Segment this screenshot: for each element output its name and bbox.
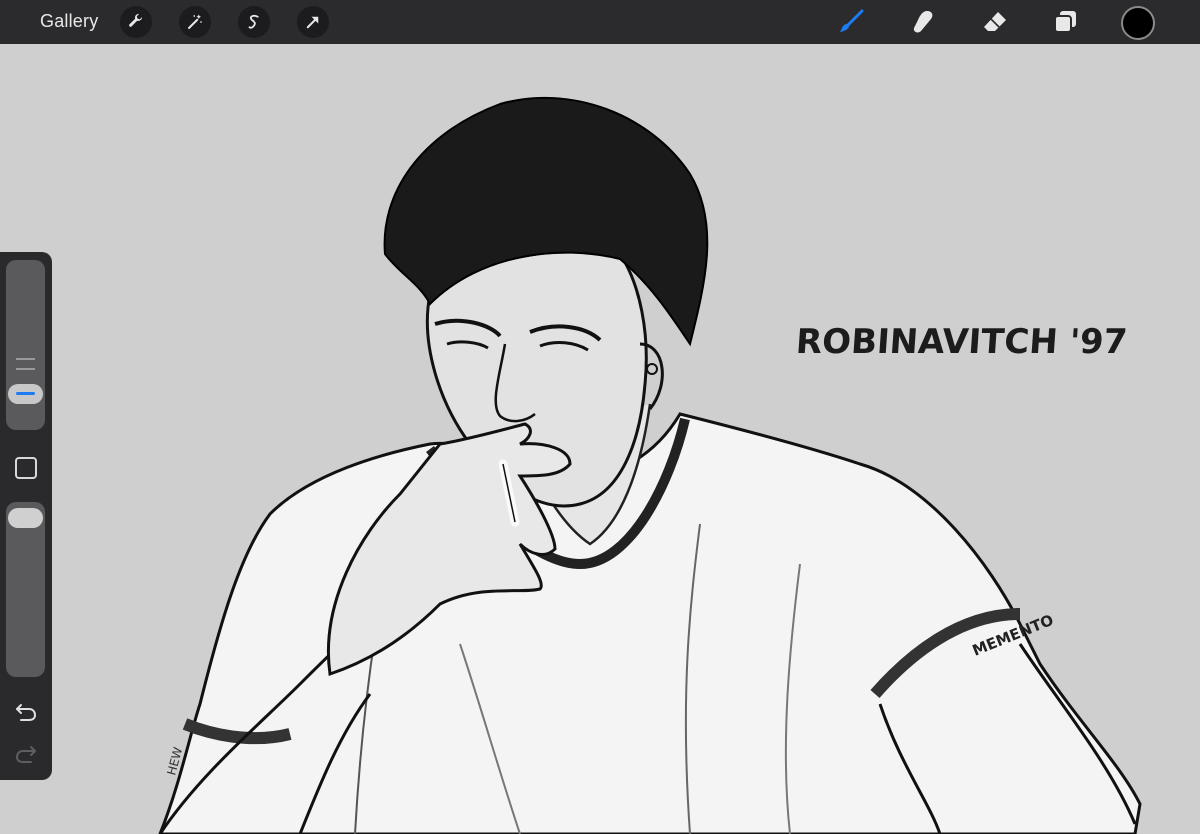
brush-icon xyxy=(840,9,864,32)
brush-tool-button[interactable] xyxy=(836,7,866,37)
artwork-signature: ROBINAVITCH '97 xyxy=(794,322,1129,362)
brush-size-slider[interactable] xyxy=(6,260,45,430)
slider-tick xyxy=(16,358,35,360)
adjustments-button[interactable] xyxy=(179,6,211,38)
slider-tick xyxy=(16,368,35,370)
selection-button[interactable] xyxy=(238,6,270,38)
undo-button[interactable] xyxy=(13,698,39,724)
top-toolbar: Gallery xyxy=(0,0,1200,44)
smudge-icon xyxy=(913,11,933,33)
layers-button[interactable] xyxy=(1050,7,1080,37)
brush-opacity-slider[interactable] xyxy=(6,502,45,677)
brush-size-handle[interactable] xyxy=(8,384,43,404)
selection-icon xyxy=(248,14,259,29)
brush-opacity-handle[interactable] xyxy=(8,508,43,528)
magic-wand-icon xyxy=(188,14,202,29)
gallery-button[interactable]: Gallery xyxy=(40,11,98,32)
active-size-indicator xyxy=(16,392,35,395)
brush-sidebar xyxy=(0,252,52,780)
eraser-tool-button[interactable] xyxy=(980,7,1010,37)
transform-button[interactable] xyxy=(297,6,329,38)
redo-icon xyxy=(15,746,36,763)
redo-button[interactable] xyxy=(13,740,39,766)
artwork-illustration: MEMENTO HEW xyxy=(158,96,1142,834)
modify-button[interactable] xyxy=(15,457,37,479)
layers-icon xyxy=(1054,11,1076,33)
transform-arrow-icon xyxy=(306,16,319,29)
color-picker-button[interactable] xyxy=(1121,6,1155,40)
wrench-icon xyxy=(129,13,143,27)
actions-button[interactable] xyxy=(120,6,152,38)
smudge-tool-button[interactable] xyxy=(908,7,938,37)
undo-icon xyxy=(16,704,37,721)
eraser-icon xyxy=(984,12,1006,31)
